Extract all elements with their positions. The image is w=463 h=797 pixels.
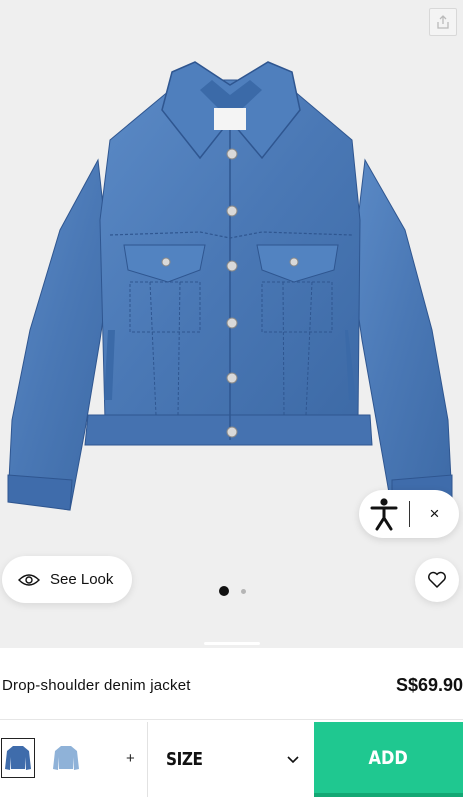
pagination-dot[interactable]: [241, 588, 246, 594]
thumbnail-denim-light[interactable]: [49, 738, 83, 778]
denim-jacket-image: [7, 61, 453, 511]
product-price: S$69.90: [395, 675, 463, 695]
carousel-pagination: [219, 586, 246, 596]
size-select[interactable]: SIZE: [148, 722, 314, 797]
add-to-cart-button[interactable]: ADD: [314, 722, 463, 797]
jacket-thumbnail-icon: [5, 746, 31, 770]
eye-icon: [18, 573, 40, 586]
close-icon[interactable]: ×: [410, 504, 459, 524]
jacket-thumbnail-icon: [53, 746, 79, 770]
thumbnail-denim-dark[interactable]: [1, 738, 35, 778]
purchase-bar: + SIZE ADD: [0, 722, 463, 797]
add-label: ADD: [368, 746, 409, 769]
share-button[interactable]: [429, 8, 457, 36]
product-info: Drop-shoulder denim jacket S$69.90: [0, 652, 463, 720]
see-look-button[interactable]: See Look: [2, 556, 132, 603]
size-label: SIZE: [166, 749, 203, 770]
product-name: Drop-shoulder denim jacket: [2, 677, 191, 694]
share-icon: [437, 15, 449, 29]
heart-icon: [428, 571, 446, 588]
color-thumbnails: +: [0, 722, 148, 797]
more-colors-button[interactable]: +: [126, 750, 135, 767]
pagination-dot-active[interactable]: [219, 586, 229, 596]
accessibility-widget[interactable]: ×: [359, 490, 459, 538]
wishlist-button[interactable]: [415, 558, 459, 602]
product-image[interactable]: × See Look: [0, 0, 463, 648]
see-look-label: See Look: [50, 571, 114, 588]
sheet-handle[interactable]: [204, 642, 260, 645]
chevron-down-icon: [287, 756, 299, 764]
accessibility-person-icon[interactable]: [359, 490, 409, 538]
